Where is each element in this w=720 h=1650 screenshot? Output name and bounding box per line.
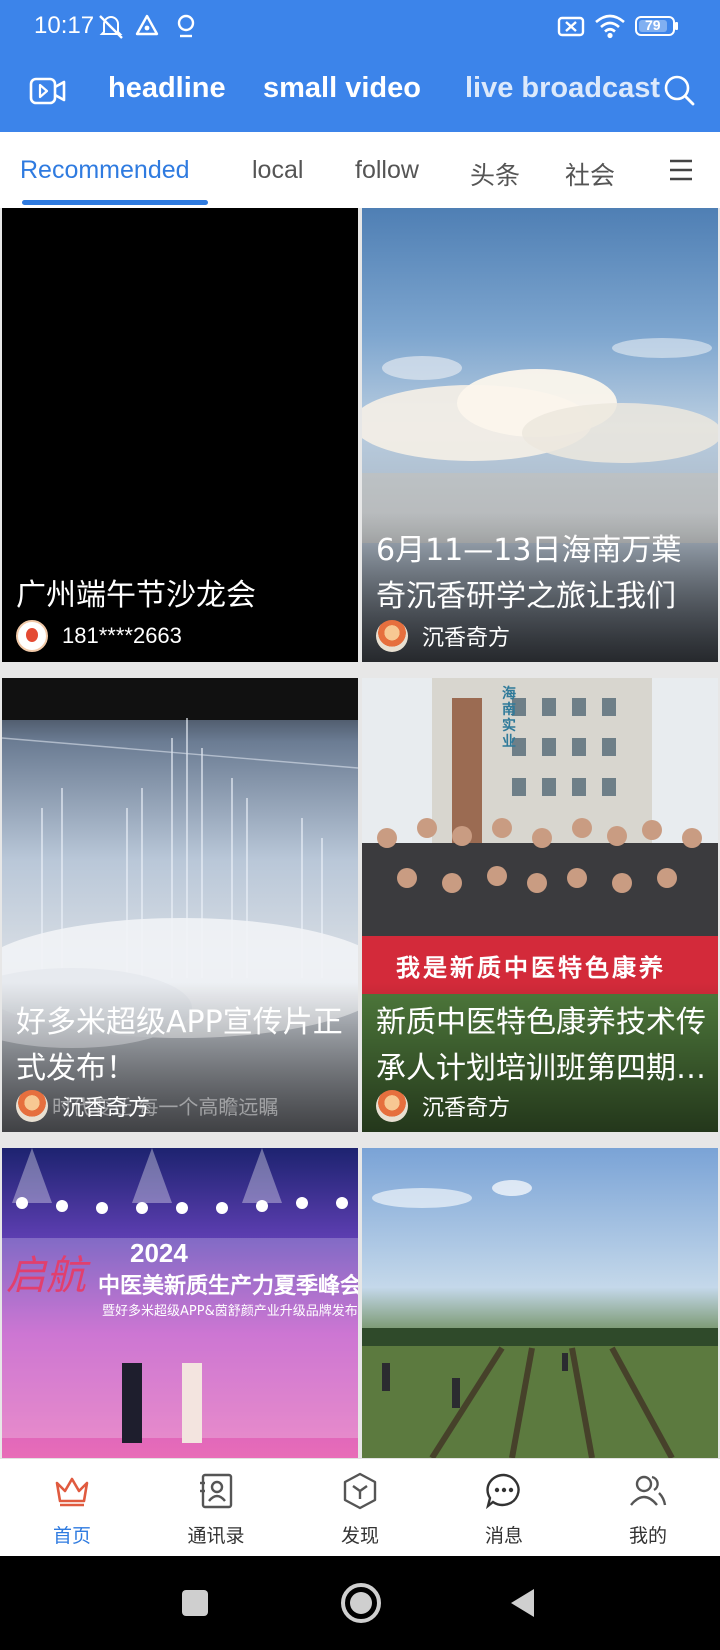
active-tab-indicator (22, 200, 208, 205)
feed-card[interactable]: 6月11—13日海南万葉奇沉香研学之旅让我们相… 沉香奇方 (362, 208, 718, 662)
card-author[interactable]: 181****2663 (16, 618, 182, 654)
category-recommended[interactable]: Recommended (20, 156, 190, 185)
building-sign: 海南实业 (502, 686, 516, 750)
author-name: 沉香奇方 (422, 625, 511, 650)
author-name: 181****2663 (62, 623, 182, 648)
author-name: 沉香奇方 (422, 1095, 511, 1120)
banner-text: 我是新质中医特色康养 (396, 954, 666, 982)
brand-avatar (16, 1090, 48, 1122)
author-name: 沉香奇方 (62, 1095, 151, 1120)
feed-card[interactable]: 广州端午节沙龙会 181****2663 (2, 208, 358, 662)
cube-discover-icon (340, 1471, 380, 1515)
card-author[interactable]: 沉香奇方 (16, 1088, 150, 1124)
chat-bubble-icon (484, 1471, 524, 1515)
feed-card[interactable] (362, 1148, 718, 1458)
back-button[interactable] (508, 1586, 538, 1624)
nav-label: 通讯录 (187, 1525, 245, 1547)
nav-home[interactable]: 首页 (0, 1459, 144, 1557)
top-header: 10:17 79 headline small video live broad… (0, 0, 720, 132)
crown-home-icon (52, 1471, 92, 1515)
battery-level: 79 (645, 17, 661, 33)
feed-card[interactable]: 启航 2024 中医美新质生产力夏季峰会 暨好多米超级APP&茵舒颜产业升级品牌… (2, 1148, 358, 1458)
category-local[interactable]: local (252, 156, 303, 185)
nav-label: 首页 (52, 1525, 91, 1547)
card-author[interactable]: 沉香奇方 (376, 618, 510, 654)
feed-card[interactable]: 好多米超级APP宣传片正式发布！ 时代变迁 每一个高瞻远瞩 沉香奇方 (2, 678, 358, 1132)
category-follow[interactable]: follow (355, 156, 419, 185)
event-script-title: 启航 (6, 1253, 86, 1299)
status-bar: 10:17 79 (0, 0, 720, 56)
nav-label: 发现 (340, 1525, 379, 1547)
nav-contacts[interactable]: 通讯录 (144, 1459, 288, 1557)
wifi-icon (594, 12, 626, 44)
system-nav-bar (0, 1556, 720, 1650)
nav-discover[interactable]: 发现 (288, 1459, 432, 1557)
header-nav: headline small video live broadcast (0, 60, 720, 126)
bottom-nav: 首页 通讯录 发现 消息 我的 (0, 1458, 720, 1557)
profile-icon (628, 1471, 668, 1515)
brand-avatar (376, 620, 408, 652)
menu-icon[interactable] (668, 158, 694, 186)
video-camera-icon[interactable] (28, 73, 68, 113)
tab-small-video[interactable]: small video (263, 72, 421, 105)
nav-messages[interactable]: 消息 (432, 1459, 576, 1557)
card-title: 好多米超级APP宣传片正式发布！ (16, 1005, 343, 1086)
home-button[interactable] (340, 1582, 382, 1628)
feed-card[interactable]: 海南实业 我是新质中医特色康养 新质中医特色康养技术传承人计划培训班第四期… 沉… (362, 678, 718, 1132)
tab-headline[interactable]: headline (108, 72, 226, 105)
location-icon (174, 12, 198, 44)
nav-label: 消息 (484, 1525, 523, 1547)
card-title: 新质中医特色康养技术传承人计划培训班第四期… (376, 1005, 706, 1086)
contacts-icon (196, 1471, 236, 1515)
category-tabs: Recommended local follow 头条 社会 (0, 132, 720, 208)
user-avatar (16, 620, 48, 652)
no-sim-icon (556, 12, 586, 44)
event-title: 中医美新质生产力夏季峰会 (98, 1274, 358, 1299)
card-author[interactable]: 沉香奇方 (376, 1088, 510, 1124)
video-feed-grid: 广州端午节沙龙会 181****2663 6月11—13日海南万葉奇沉香研学之旅… (0, 208, 720, 1458)
nav-label: 我的 (628, 1525, 667, 1547)
status-time: 10:17 (34, 12, 95, 39)
event-subtitle: 暨好多米超级APP&茵舒颜产业升级品牌发布 (102, 1304, 358, 1319)
event-year: 2024 (130, 1238, 188, 1268)
category-society[interactable]: 社会 (565, 156, 615, 192)
recent-apps-button[interactable] (180, 1588, 210, 1622)
farm-field-image (362, 1180, 718, 1458)
triangle-icon (134, 12, 160, 44)
search-icon[interactable] (662, 73, 696, 113)
card-title: 广州端午节沙龙会 (16, 578, 256, 613)
brand-avatar (376, 1090, 408, 1122)
mute-bell-icon (96, 12, 126, 44)
category-headlines[interactable]: 头条 (470, 156, 520, 192)
tab-live-broadcast[interactable]: live broadcast (465, 72, 660, 105)
card-title: 6月11—13日海南万葉奇沉香研学之旅让我们相… (376, 533, 682, 614)
nav-me[interactable]: 我的 (576, 1459, 720, 1557)
